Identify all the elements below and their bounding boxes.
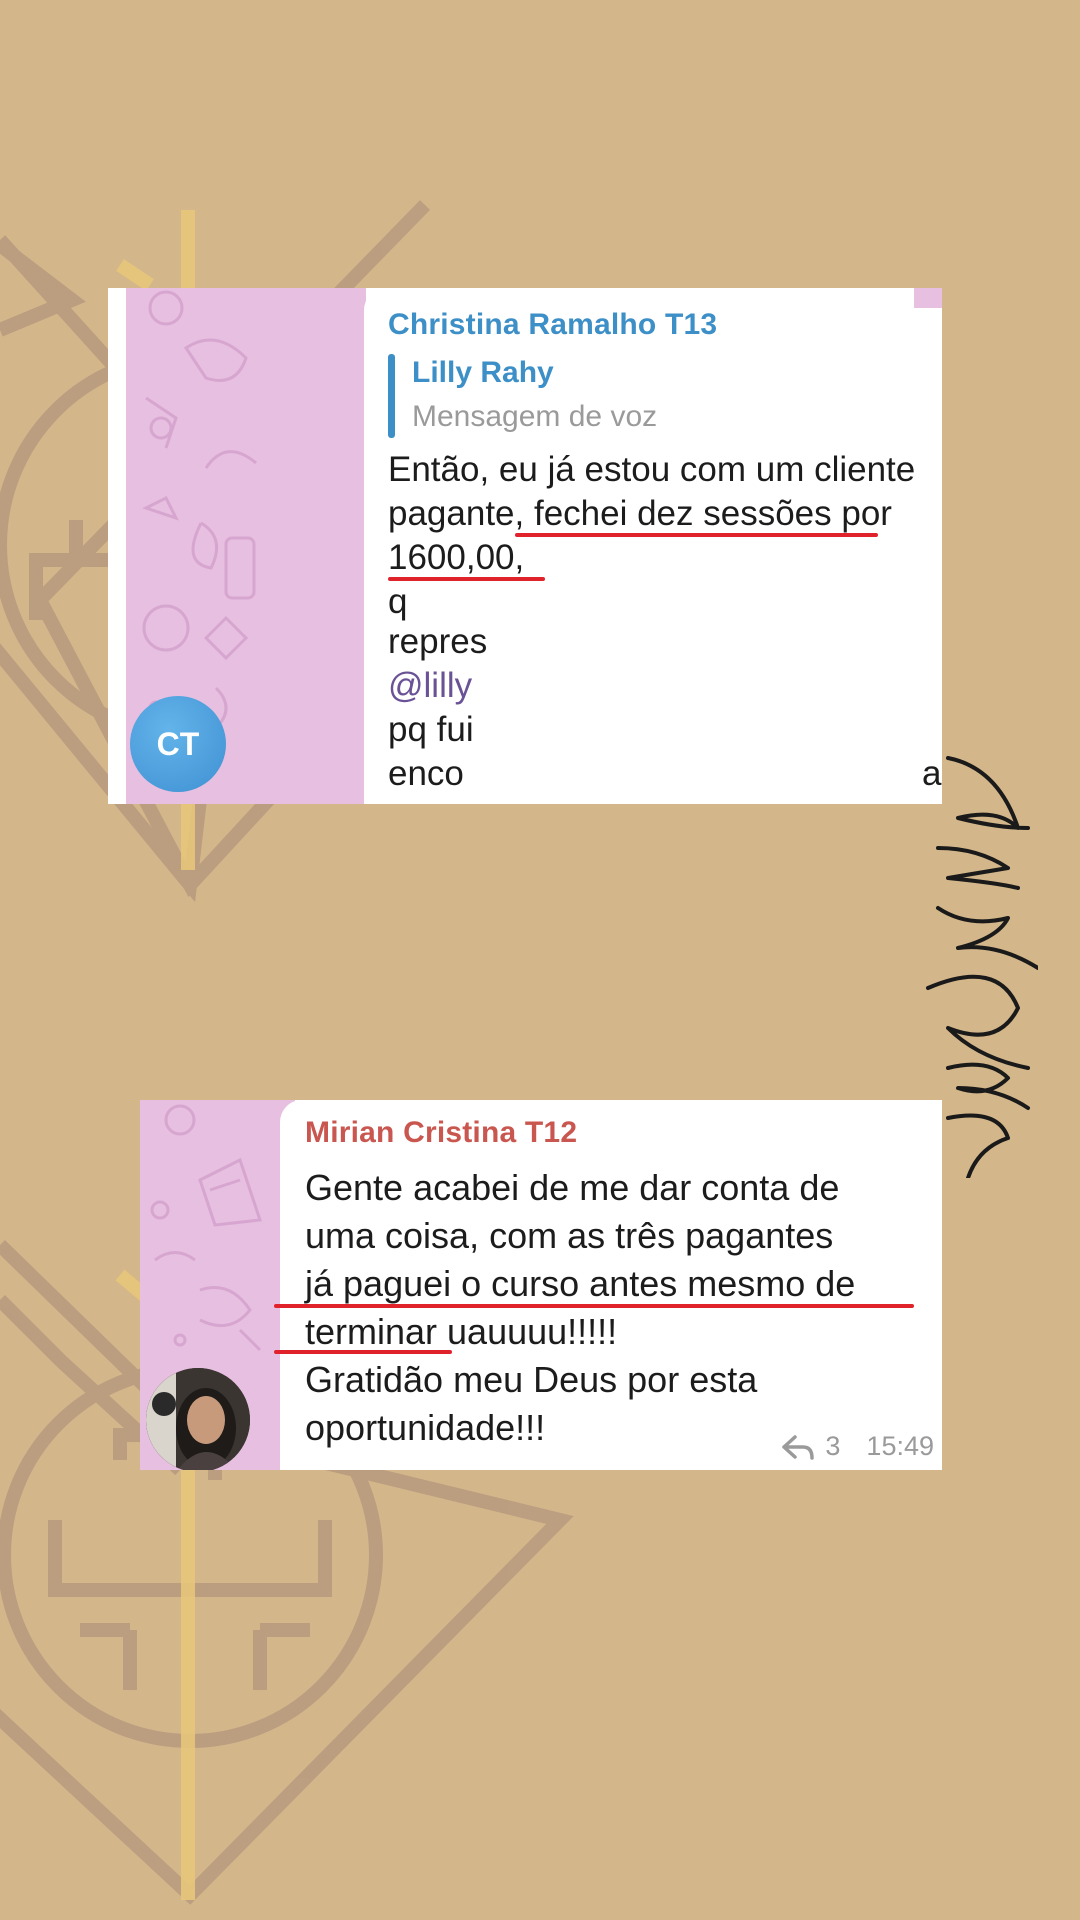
highlight-underline [274,1304,914,1308]
reply-arrow-icon[interactable] [781,1434,815,1460]
highlight-underline [388,577,545,581]
mention-link[interactable]: @lilly [388,664,472,708]
message-line: uma coisa, com as três pagantes [305,1215,834,1256]
message-line: pagante, fechei dez sessões por [388,494,892,533]
message-line: Então, eu já estou com um cliente [388,450,916,489]
reply-quote-name[interactable]: Lilly Rahy [412,356,554,390]
message-meta: 3 15:49 [781,1431,934,1462]
message-screenshot-2: Mirian Cristina T12 Gente acabei de me d… [140,1100,942,1470]
wallpaper-strip [914,288,942,308]
message-line: 1600,00, n [388,538,554,577]
signature-logo [926,756,1038,1178]
sender-name[interactable]: Christina Ramalho T13 [388,308,717,342]
reply-quote-bar [388,354,395,438]
message-line: enco [388,754,464,793]
reply-count[interactable]: 3 [825,1431,840,1462]
message-line: Gente acabei de me dar conta de [305,1167,840,1208]
message-time: 15:49 [866,1431,934,1461]
avatar[interactable] [146,1368,250,1470]
message-line: já paguei o curso antes mesmo de [305,1263,856,1304]
message-line: q [388,582,408,621]
redacted-area [534,546,914,576]
message-line: terminar uauuuu!!!!! [305,1311,618,1352]
highlight-underline [515,533,878,537]
sender-name[interactable]: Mirian Cristina T12 [305,1116,577,1150]
reply-quote-text: Mensagem de voz [412,400,658,433]
message-line: oportunidade!!! [305,1407,546,1448]
message-line: Gratidão meu Deus por esta [305,1359,758,1400]
message-screenshot-1: Christina Ramalho T13 Lilly Rahy Mensage… [108,288,942,804]
message-bubble: Christina Ramalho T13 Lilly Rahy Mensage… [364,288,942,804]
highlight-underline [274,1350,452,1354]
message-line: repres [388,622,488,661]
message-line: pq fui [388,710,474,749]
avatar[interactable]: CT [130,696,226,792]
message-bubble: Mirian Cristina T12 Gente acabei de me d… [274,1100,942,1470]
